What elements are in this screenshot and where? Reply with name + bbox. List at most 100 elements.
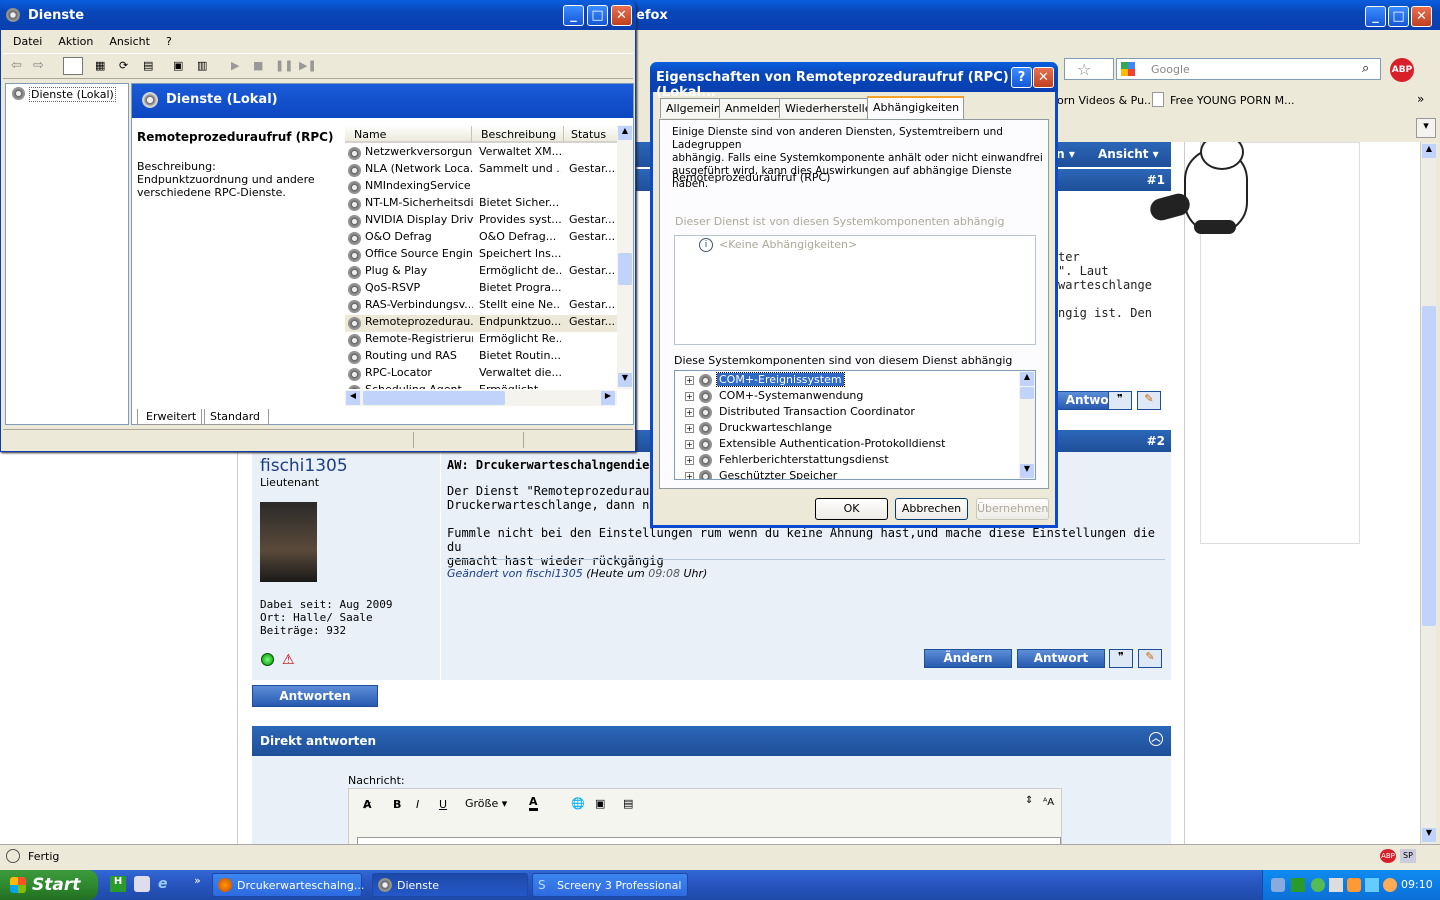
- underline-icon[interactable]: U: [439, 798, 447, 811]
- tray-icon-4[interactable]: [1329, 878, 1343, 892]
- service-row[interactable]: Scheduling Agent... Ermöglicht...: [345, 383, 617, 389]
- close-button[interactable]: ✕: [1411, 6, 1432, 27]
- expand-icon[interactable]: +: [685, 392, 694, 401]
- back-icon[interactable]: ⇦: [11, 58, 22, 73]
- italic-icon[interactable]: I: [416, 798, 419, 811]
- service-row[interactable]: NLA (Network Loca... Sammelt und ... Gesta…: [345, 162, 617, 179]
- clock[interactable]: 09:10: [1401, 878, 1433, 891]
- font-color-icon[interactable]: A: [529, 795, 538, 811]
- menu-action[interactable]: Aktion: [58, 35, 93, 48]
- task-firefox[interactable]: Drcukerwarteschalng...: [212, 873, 364, 897]
- play-icon[interactable]: ▶: [231, 59, 239, 72]
- tray-icon-7[interactable]: [1383, 878, 1397, 892]
- properties-icon[interactable]: ▦: [95, 59, 105, 72]
- cancel-button[interactable]: Abbrechen: [895, 498, 968, 520]
- tab-extended[interactable]: Erweitert: [137, 409, 206, 425]
- tray-icon-1[interactable]: [1271, 878, 1285, 892]
- col-name[interactable]: Name: [354, 128, 386, 141]
- service-row[interactable]: NT-LM-Sicherheitsdi... Bietet Sicher...: [345, 196, 617, 213]
- tray-icon-5[interactable]: [1347, 878, 1361, 892]
- message-textarea[interactable]: [357, 837, 1061, 844]
- dialog-help-button[interactable]: ?: [1011, 67, 1032, 88]
- expand-icon[interactable]: +: [685, 456, 694, 465]
- export-icon[interactable]: ▤: [143, 59, 153, 72]
- post2-reply-button[interactable]: Antwort: [1017, 649, 1105, 668]
- service-row[interactable]: Routing und RAS Bietet Routin...: [345, 349, 617, 366]
- sp-status-icon[interactable]: SP: [1400, 849, 1416, 863]
- expand-icon[interactable]: +: [685, 376, 694, 385]
- dependents-tree[interactable]: + COM+-Ereignissystem + COM+-Systemanwendun…: [674, 370, 1036, 480]
- dialog-close-button[interactable]: ✕: [1033, 67, 1054, 88]
- tab-standard[interactable]: Standard: [201, 409, 270, 425]
- post2-edit-button[interactable]: Ändern: [924, 649, 1012, 668]
- quicklaunch-more-icon[interactable]: »: [194, 874, 201, 887]
- dependents-scrollbar[interactable]: ▲ ▼: [1019, 371, 1035, 479]
- scroll-thumb[interactable]: [1422, 306, 1436, 626]
- tray-icon-6[interactable]: [1365, 878, 1379, 892]
- quicklaunch-ie-icon[interactable]: e: [158, 876, 168, 892]
- service-row[interactable]: NVIDIA Display Driv... Provides syst... Ge…: [345, 213, 617, 230]
- minimize-button[interactable]: _: [1365, 6, 1386, 27]
- link-icon[interactable]: 🌐: [571, 797, 585, 810]
- maximize-button[interactable]: □: [1388, 6, 1409, 27]
- service-row[interactable]: Remote-Registrierung Ermöglicht Re...: [345, 332, 617, 349]
- tree-root[interactable]: Dienste (Lokal): [29, 87, 116, 102]
- chevron-right-icon[interactable]: »: [1417, 92, 1424, 106]
- quicklaunch-h-icon[interactable]: H: [110, 876, 126, 892]
- url-tail[interactable]: ☆: [1064, 58, 1114, 80]
- menu-file[interactable]: Datei: [13, 35, 42, 48]
- size-select[interactable]: Größe ▾: [465, 797, 517, 815]
- restart-icon[interactable]: ▶❚: [299, 59, 317, 72]
- service-row[interactable]: Remoteprozedurau... Endpunktzuo... Gestar.…: [345, 315, 617, 332]
- tab-dependencies[interactable]: Abhängigkeiten: [867, 96, 965, 120]
- scroll-down-button[interactable]: ▼: [1422, 828, 1436, 842]
- refresh-icon[interactable]: ⟳: [119, 59, 128, 72]
- search-icon[interactable]: ⌕: [1362, 61, 1369, 76]
- service-row[interactable]: QoS-RSVP Bietet Progra...: [345, 281, 617, 298]
- dep-scroll-up[interactable]: ▲: [1020, 372, 1034, 386]
- bookmark-1[interactable]: orn Videos & Pu...: [1057, 94, 1155, 107]
- search-input[interactable]: Google ⌕: [1116, 58, 1381, 80]
- bookmark-2[interactable]: Free YOUNG PORN M...: [1170, 94, 1295, 107]
- depends-on-tree[interactable]: i <Keine Abhängigkeiten>: [674, 235, 1036, 345]
- list-hscroll-thumb[interactable]: [363, 391, 505, 405]
- tray-icon-2[interactable]: [1291, 878, 1305, 892]
- ok-button[interactable]: OK: [815, 498, 888, 520]
- mmc-icon[interactable]: ▥: [197, 59, 207, 72]
- abp-status-icon[interactable]: ABP: [1380, 849, 1396, 863]
- service-row[interactable]: Netzwerkversorgun... Verwaltet XM...: [345, 145, 617, 162]
- col-description[interactable]: Beschreibung: [481, 128, 556, 141]
- post2-username[interactable]: fischi1305: [260, 456, 348, 476]
- post2-multiquote-button[interactable]: ✎: [1138, 649, 1162, 668]
- edited-by[interactable]: Geändert von fischi1305: [447, 567, 583, 580]
- post1-quote-button[interactable]: ❞: [1108, 391, 1132, 410]
- expand-icon[interactable]: +: [685, 472, 694, 479]
- service-row[interactable]: NMIndexingService: [345, 179, 617, 196]
- apply-button[interactable]: Übernehmen: [976, 498, 1049, 520]
- dep-scroll-down[interactable]: ▼: [1020, 464, 1034, 478]
- console-tree-icon[interactable]: [63, 57, 83, 75]
- list-scroll-left[interactable]: ◀: [346, 391, 360, 405]
- answer-button[interactable]: Antworten: [252, 685, 378, 707]
- post1-multiquote-button[interactable]: ✎: [1137, 391, 1161, 410]
- list-scroll-up[interactable]: ▲: [618, 126, 632, 140]
- remove-format-icon[interactable]: A̷: [363, 798, 372, 811]
- dependent-item[interactable]: + Druckwarteschlange: [685, 421, 1017, 437]
- tray-icon-3[interactable]: [1311, 878, 1325, 892]
- tab-list-button[interactable]: ▾: [1416, 118, 1436, 138]
- tab-general[interactable]: Allgemein: [660, 98, 726, 118]
- resize-icon[interactable]: ⇕: [1025, 795, 1033, 806]
- report-icon[interactable]: ⚠: [282, 652, 295, 668]
- dependent-item[interactable]: + Distributed Transaction Coordinator: [685, 405, 1017, 421]
- service-row[interactable]: RPC-Locator Verwaltet die...: [345, 366, 617, 383]
- expand-icon[interactable]: +: [685, 408, 694, 417]
- col-status[interactable]: Status: [571, 128, 606, 141]
- quicklaunch-desktop-icon[interactable]: [134, 876, 150, 892]
- pause-icon[interactable]: ❚❚: [275, 59, 293, 72]
- dep-scroll-thumb[interactable]: [1020, 387, 1034, 399]
- service-row[interactable]: O&O Defrag O&O Defrag... Gestar...: [345, 230, 617, 247]
- help-icon[interactable]: ▣: [173, 59, 183, 72]
- task-services[interactable]: Dienste: [372, 873, 528, 897]
- menu-view[interactable]: Ansicht: [109, 35, 150, 48]
- bold-icon[interactable]: B: [393, 798, 401, 811]
